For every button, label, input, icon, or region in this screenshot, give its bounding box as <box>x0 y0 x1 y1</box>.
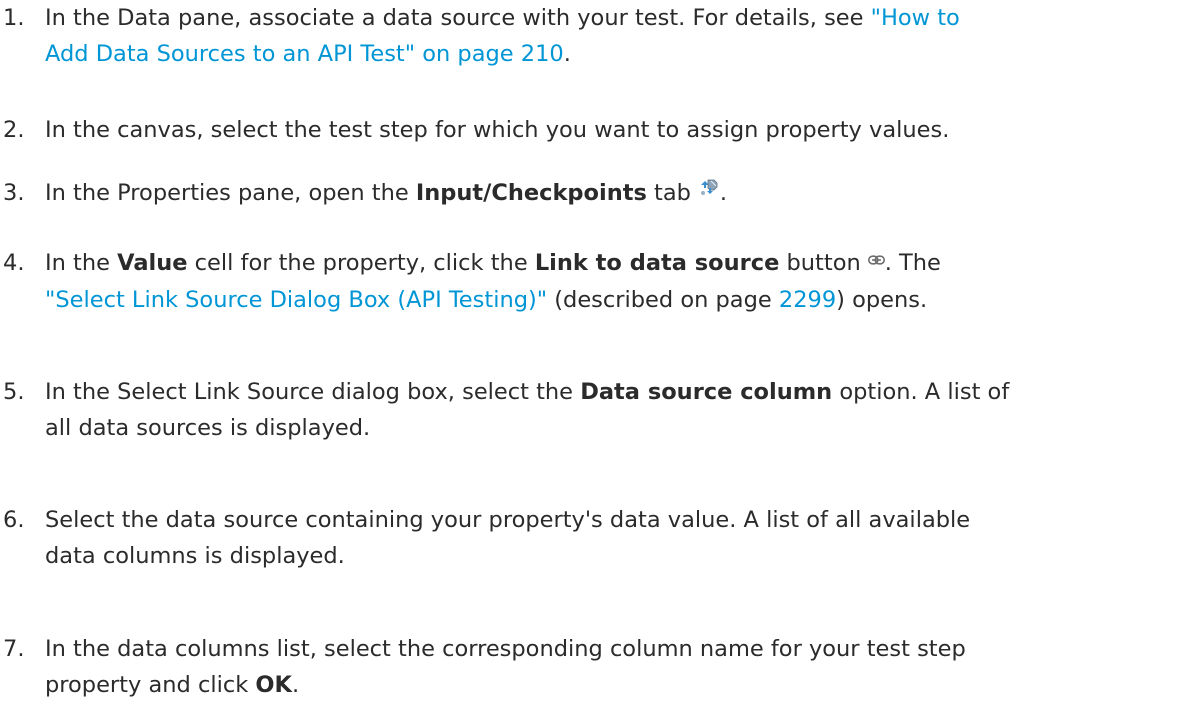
step-text-segment: . <box>291 672 300 698</box>
select-link-source-dialog-link[interactable]: "Select Link Source Dialog Box (API Test… <box>45 287 547 313</box>
ok-term: OK <box>255 672 292 698</box>
step-text-segment: . <box>563 41 571 67</box>
step-text-segment: . The <box>884 250 941 276</box>
step-number: 1. <box>3 5 25 31</box>
step-text-segment: button <box>779 250 861 276</box>
step-text: In the data columns list, select the cor… <box>45 631 1170 703</box>
step-line: data columns is displayed. <box>45 543 345 569</box>
step-text: In the Data pane, associate a data sourc… <box>45 0 1170 72</box>
step-number: 2. <box>3 117 25 143</box>
step-text-segment: option. A list of <box>832 379 1010 405</box>
step-line: property and click OK. <box>45 667 1170 703</box>
step-text: In the Properties pane, open the Input/C… <box>45 175 1170 211</box>
step-text-segment: In the Properties pane, open the <box>45 180 416 206</box>
step-text-segment: ) opens. <box>836 287 928 313</box>
step-text-segment: In the Select Link Source dialog box, se… <box>45 379 581 405</box>
step-number: 4. <box>3 250 25 276</box>
how-to-add-data-sources-link[interactable]: "How to <box>871 5 960 31</box>
step-line: Add Data Sources to an API Test" on page… <box>45 36 1170 72</box>
step-text-segment: In the Data pane, associate a data sourc… <box>45 5 871 31</box>
link-to-data-source-term: Link to data source <box>534 250 780 276</box>
step-number: 6. <box>3 507 25 533</box>
link-to-data-source-icon <box>867 254 885 265</box>
step-text-segment: property and click <box>45 672 256 698</box>
step-line: Select the data source containing your p… <box>45 507 971 533</box>
step-text: Select the data source containing your p… <box>45 502 1170 574</box>
step-text: In the Value cell for the property, clic… <box>45 245 1170 318</box>
step-line: In the Select Link Source dialog box, se… <box>45 374 1170 410</box>
how-to-add-data-sources-link-continued[interactable]: Add Data Sources to an API Test" on page… <box>45 41 564 67</box>
step-line: In the Value cell for the property, clic… <box>45 245 1170 281</box>
step-text-segment: In the <box>45 250 118 276</box>
input-checkpoints-term: Input/Checkpoints <box>415 180 647 206</box>
step-text: In the Select Link Source dialog box, se… <box>45 374 1170 446</box>
step-number: 7. <box>3 636 25 662</box>
step-text-segment: cell for the property, click the <box>187 250 535 276</box>
step-text-segment: (described on page <box>547 287 779 313</box>
step-line: In the canvas, select the test step for … <box>45 117 950 143</box>
step-line: In the Data pane, associate a data sourc… <box>45 0 1170 36</box>
step-number: 5. <box>3 379 25 405</box>
step-number: 3. <box>3 180 25 206</box>
step-line: all data sources is displayed. <box>45 415 371 441</box>
step-line: In the Properties pane, open the Input/C… <box>45 175 1170 211</box>
value-term: Value <box>117 250 188 276</box>
step-line: In the data columns list, select the cor… <box>45 636 966 662</box>
step-text-segment: . <box>719 180 728 206</box>
page-2299-link[interactable]: 2299 <box>779 287 836 313</box>
input-checkpoints-tab-icon <box>700 179 718 195</box>
data-source-column-term: Data source column <box>580 379 833 405</box>
step-text-segment: tab <box>646 180 691 206</box>
step-line: "Select Link Source Dialog Box (API Test… <box>45 282 1170 318</box>
step-text: In the canvas, select the test step for … <box>45 112 1170 148</box>
